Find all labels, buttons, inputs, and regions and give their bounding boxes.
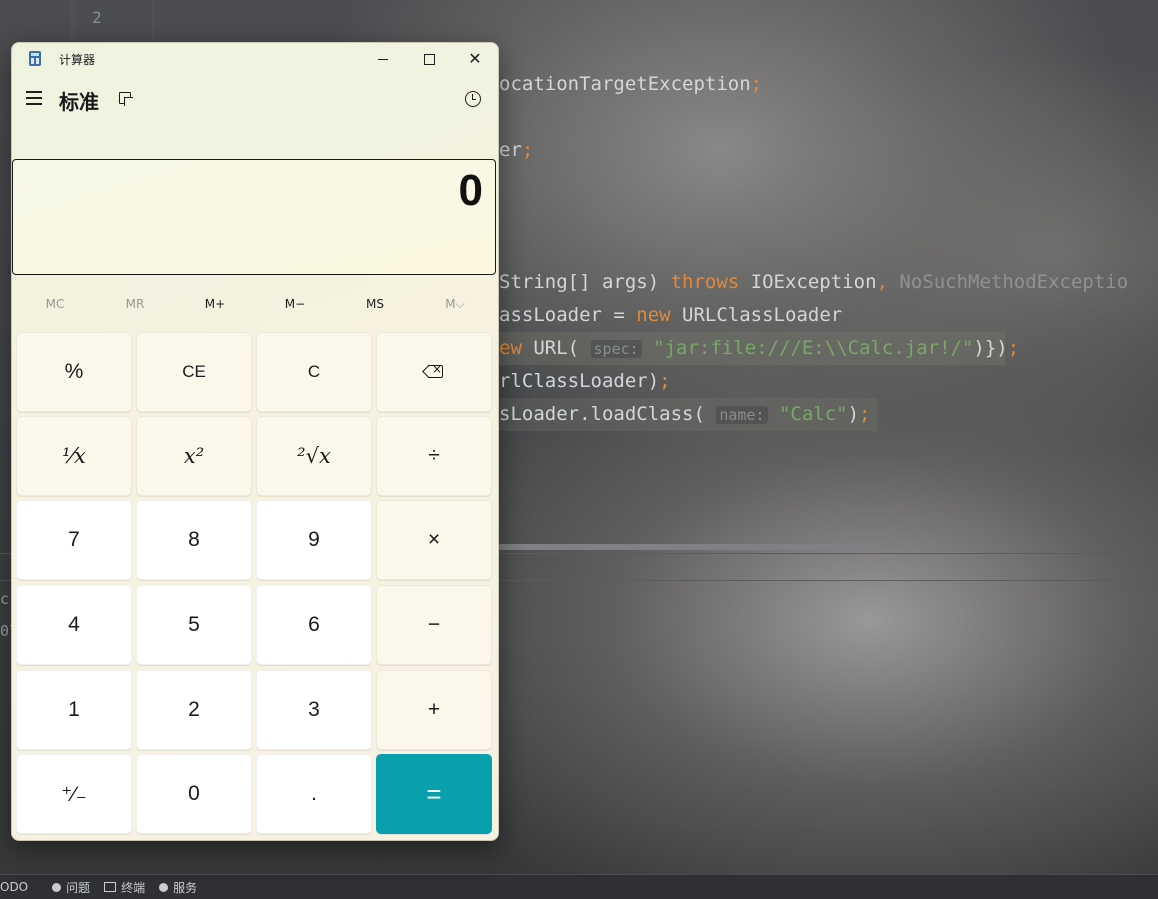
problems-tab[interactable]: 问题 xyxy=(52,879,90,896)
maximize-icon xyxy=(423,53,435,65)
code-line[interactable]: rlClassLoader); xyxy=(499,370,671,392)
close-button[interactable]: ✕ xyxy=(452,43,498,75)
divide-button[interactable]: ÷ xyxy=(376,416,492,496)
memory-subtract-button[interactable]: M− xyxy=(255,289,335,319)
memory-add-button[interactable]: M+ xyxy=(175,289,255,319)
terminal-tab[interactable]: 终端 xyxy=(104,879,145,896)
minimize-button[interactable] xyxy=(360,43,406,75)
add-button[interactable]: + xyxy=(376,670,492,750)
digit-5-button[interactable]: 5 xyxy=(136,585,252,665)
backspace-icon: × xyxy=(422,362,444,379)
decimal-button[interactable]: . xyxy=(256,754,372,834)
mode-title: 标准 xyxy=(59,90,99,114)
square-root-button[interactable]: ²√x xyxy=(256,416,372,496)
negate-button[interactable]: ⁺⁄₋ xyxy=(16,754,132,834)
reciprocal-button[interactable]: ¹⁄x xyxy=(16,416,132,496)
memory-list-button[interactable]: M⌵ xyxy=(415,289,495,319)
code-line[interactable]: er; xyxy=(499,139,533,161)
memory-row: MC MR M+ M− MS M⌵ xyxy=(15,289,495,319)
subtract-button[interactable]: − xyxy=(376,585,492,665)
code-line[interactable]: String[] args) throws IOException, NoSuc… xyxy=(499,271,1128,293)
square-button[interactable]: x² xyxy=(136,416,252,496)
navigation-menu-button[interactable] xyxy=(26,91,42,105)
memory-clear-button[interactable]: MC xyxy=(15,289,95,319)
digit-8-button[interactable]: 8 xyxy=(136,500,252,580)
digit-6-button[interactable]: 6 xyxy=(256,585,372,665)
close-icon: ✕ xyxy=(468,49,482,68)
calculator-app-icon xyxy=(29,51,41,66)
equals-button[interactable]: = xyxy=(376,754,492,834)
digit-1-button[interactable]: 1 xyxy=(16,670,132,750)
code-line[interactable]: sLoader.loadClass( name: "Calc"); xyxy=(499,403,870,425)
code-line[interactable]: ew URL( spec: "jar:file:///E:\\Calc.jar!… xyxy=(499,337,1019,359)
memory-recall-button[interactable]: MR xyxy=(95,289,175,319)
window-title: 计算器 xyxy=(59,53,96,67)
services-icon xyxy=(159,882,169,892)
digit-2-button[interactable]: 2 xyxy=(136,670,252,750)
keep-on-top-button[interactable] xyxy=(119,92,133,106)
tool-window-text: c xyxy=(0,590,10,608)
clear-button[interactable]: C xyxy=(256,332,372,412)
calculator-window: 计算器 ✕ 标准 0 MC MR M+ M− MS M⌵ % CE C × ¹⁄… xyxy=(11,42,499,841)
param-hint: spec: xyxy=(590,340,642,358)
multiply-button[interactable]: × xyxy=(376,500,492,580)
memory-store-button[interactable]: MS xyxy=(335,289,415,319)
minimize-icon xyxy=(378,58,388,60)
digit-7-button[interactable]: 7 xyxy=(16,500,132,580)
editor-gutter-divider xyxy=(153,0,154,44)
code-line[interactable]: ocationTargetException; xyxy=(499,73,762,95)
digit-9-button[interactable]: 9 xyxy=(256,500,372,580)
percent-button[interactable]: % xyxy=(16,332,132,412)
title-bar[interactable]: 计算器 ✕ xyxy=(12,43,498,75)
param-hint: name: xyxy=(716,406,768,424)
mode-bar: 标准 xyxy=(12,77,498,121)
digit-0-button[interactable]: 0 xyxy=(136,754,252,834)
services-tab[interactable]: 服务 xyxy=(159,879,197,896)
display-value: 0 xyxy=(458,166,483,215)
code-line[interactable]: assLoader = new URLClassLoader xyxy=(499,304,842,326)
digit-4-button[interactable]: 4 xyxy=(16,585,132,665)
ide-status-bar: ODO 问题 终端 服务 xyxy=(0,874,1158,899)
todo-tab[interactable]: ODO xyxy=(0,880,28,894)
terminal-icon xyxy=(104,882,117,892)
line-number: 2 xyxy=(92,8,102,27)
result-display: 0 xyxy=(12,159,496,275)
editor-gutter-strip xyxy=(70,0,76,40)
digit-3-button[interactable]: 3 xyxy=(256,670,372,750)
backspace-button[interactable]: × xyxy=(376,332,492,412)
maximize-button[interactable] xyxy=(406,43,452,75)
editor-horizontal-scrollbar[interactable] xyxy=(497,544,873,550)
clear-entry-button[interactable]: CE xyxy=(136,332,252,412)
problems-icon xyxy=(52,882,62,892)
history-button[interactable] xyxy=(465,91,481,107)
